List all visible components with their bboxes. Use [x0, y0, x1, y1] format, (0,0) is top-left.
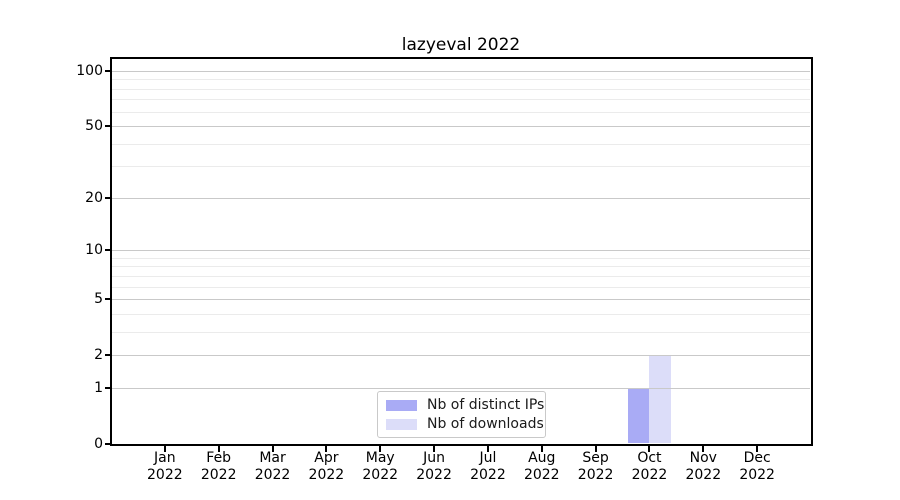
legend-swatch-distinct-ips	[386, 399, 417, 411]
y-tick-label: 20	[85, 189, 103, 206]
legend-swatch-downloads	[386, 418, 417, 430]
legend-item-distinct-ips: Nb of distinct IPs	[386, 397, 545, 413]
y-tick-mark	[105, 386, 111, 389]
legend-item-downloads: Nb of downloads	[386, 416, 545, 432]
y-tick-label: 5	[94, 291, 103, 308]
y-tick-mark	[105, 298, 111, 301]
legend-label-downloads: Nb of downloads	[427, 416, 544, 432]
y-tick-label: 10	[85, 242, 103, 259]
y-tick-mark	[105, 125, 111, 128]
y-tick-mark	[105, 354, 111, 357]
download-stats-chart: lazyeval 2022 Nb of distinct IPs Nb of d…	[0, 0, 900, 500]
y-tick-label: 2	[94, 347, 103, 364]
y-tick-label: 50	[85, 118, 103, 135]
y-tick-mark	[105, 69, 111, 72]
y-tick-label: 0	[94, 436, 103, 452]
y-tick-mark	[105, 249, 111, 252]
y-tick-mark	[105, 443, 111, 445]
y-tick-label: 1	[94, 379, 103, 396]
y-tick-mark	[105, 196, 111, 199]
legend: Nb of distinct IPs Nb of downloads	[377, 391, 546, 438]
chart-title: lazyeval 2022	[401, 35, 521, 55]
plot-area	[110, 57, 813, 446]
x-tick-label: Dec 2022	[739, 450, 775, 483]
y-tick-label: 100	[76, 62, 103, 79]
legend-label-distinct-ips: Nb of distinct IPs	[427, 397, 545, 413]
